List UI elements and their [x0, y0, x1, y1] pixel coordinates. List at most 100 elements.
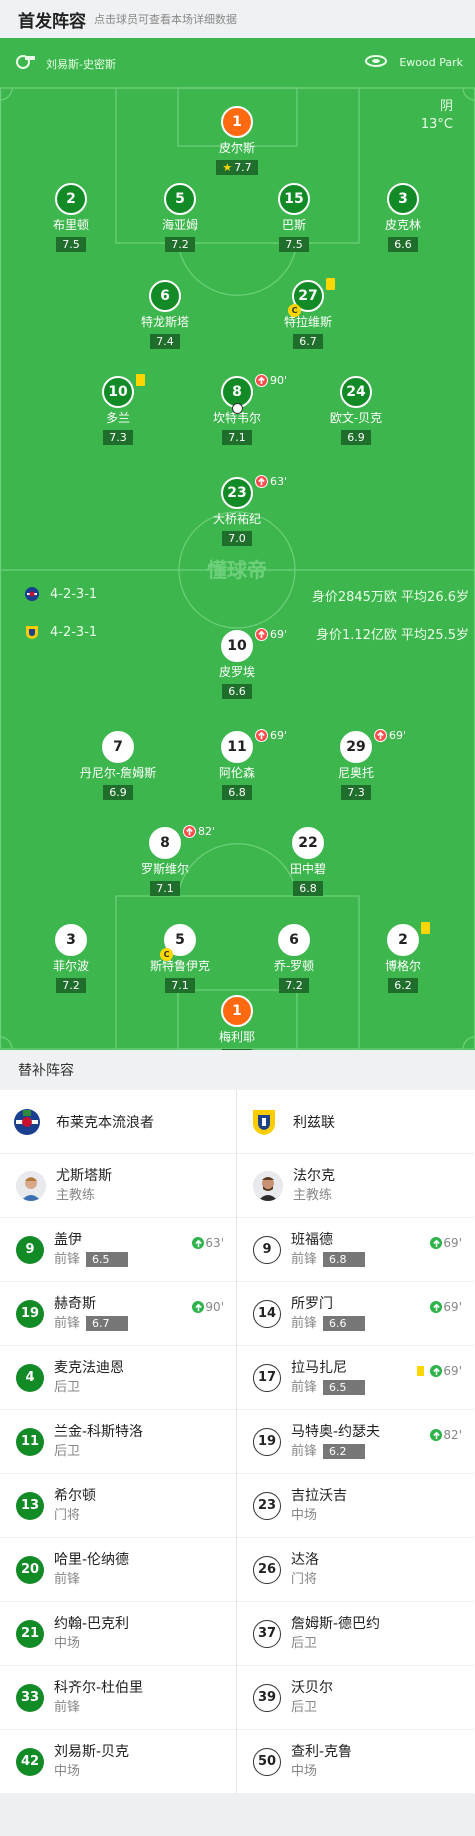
away-player-6[interactable]: 6 乔-罗顿 7.2	[234, 924, 354, 993]
home-player-15[interactable]: 15 巴斯 7.5	[234, 183, 354, 252]
player-name: 吉拉沃吉	[291, 1487, 347, 1504]
position-label: 中场	[291, 1763, 318, 1779]
position-label: 后卫	[54, 1379, 81, 1395]
player-position: 后卫	[54, 1378, 124, 1398]
away-player-5[interactable]: 5 C 斯特鲁伊克 7.1	[120, 924, 240, 993]
away-player-3[interactable]: 3 菲尔波 7.2	[11, 924, 131, 993]
sub-on-marker: 69'	[430, 1236, 462, 1250]
watermark: 懂球帝	[207, 558, 267, 582]
blackburn-logo-icon	[25, 587, 39, 601]
home-sub-13[interactable]: 13 希尔顿 门将	[0, 1474, 236, 1538]
player-position: 中场	[54, 1762, 129, 1782]
home-sub-19[interactable]: 19 赫奇斯 前锋 6.7 90'	[0, 1282, 236, 1346]
home-player-24[interactable]: 24 欧文-贝克 6.9	[296, 376, 416, 445]
player-name: 阿伦森	[218, 766, 255, 780]
home-player-10[interactable]: 10 多兰 7.3	[58, 374, 178, 445]
sub-off-marker: 63'	[255, 475, 287, 488]
home-player-6[interactable]: 6 特龙斯塔 7.4	[105, 280, 225, 349]
rating-value: 7.0	[228, 532, 246, 545]
away-sub-37[interactable]: 37 詹姆斯-德巴约 后卫	[237, 1602, 474, 1666]
home-sub-4[interactable]: 4 麦克法迪恩 后卫	[0, 1346, 236, 1410]
home-sub-42[interactable]: 42 刘易斯-贝克 中场	[0, 1730, 236, 1794]
home-coach[interactable]: 尤斯塔斯 主教练	[0, 1154, 236, 1218]
player-name: 兰金-科斯特洛	[54, 1423, 144, 1440]
home-sub-21[interactable]: 21 约翰-巴克利 中场	[0, 1602, 236, 1666]
player-name: 希尔顿	[54, 1487, 96, 1504]
away-player-29[interactable]: 29 69' 尼奥托 7.3	[296, 729, 416, 800]
sub-on-marker: 90'	[192, 1300, 224, 1314]
coach-avatar	[253, 1170, 283, 1201]
player-rating: 7.5	[279, 237, 309, 252]
away-sub-26[interactable]: 26 达洛 门将	[237, 1538, 474, 1602]
jersey-number: 6	[278, 924, 310, 956]
away-coach[interactable]: 法尔克 主教练	[237, 1154, 474, 1218]
rating-value: 6.8	[228, 786, 246, 799]
jersey-number: 13	[16, 1491, 44, 1520]
player-position: 中场	[291, 1762, 352, 1782]
away-player-7[interactable]: 7 丹尼尔-詹姆斯 6.9	[58, 731, 178, 800]
rating-value: 7.1	[156, 882, 174, 895]
home-player-27[interactable]: 27 C 特拉维斯 6.7	[248, 278, 368, 349]
sub-in-icon	[430, 1301, 443, 1313]
sub-info: 查利-克鲁 中场	[291, 1742, 352, 1782]
player-rating: 6.6	[388, 237, 418, 252]
player-name: 菲尔波	[52, 959, 89, 973]
away-player-22[interactable]: 22 田中碧 6.8	[248, 827, 368, 896]
rating-value: 6.6	[394, 238, 412, 251]
jersey-number: 33	[16, 1683, 44, 1712]
away-sub-17[interactable]: 17 拉马扎尼 前锋 6.5 69'	[237, 1346, 474, 1410]
position-label: 中场	[54, 1763, 81, 1779]
rating-value: 7.1	[171, 979, 189, 992]
player-rating: 7.3	[103, 430, 133, 445]
player-name: 所罗门	[291, 1295, 333, 1312]
player-name: 沃贝尔	[291, 1679, 333, 1696]
player-position: 前锋 6.7	[54, 1314, 129, 1334]
home-player-3[interactable]: 3 皮克林 6.6	[343, 183, 463, 252]
sub-minute: 82'	[198, 825, 216, 838]
substitutes-section: 替补阵容 布莱克本流浪者 尤斯塔斯 主教练 9 盖伊 前锋 6.5 63' 19 赫奇斯 前锋…	[0, 1050, 475, 1794]
away-team-value: 身价1.12亿欧 平均25.5岁	[315, 628, 469, 643]
sub-on-marker: 63'	[192, 1236, 224, 1250]
home-player-5[interactable]: 5 海亚姆 7.2	[120, 183, 240, 252]
player-rating: 6.8	[222, 1049, 252, 1050]
position-label: 中场	[54, 1635, 81, 1651]
away-sub-39[interactable]: 39 沃贝尔 后卫	[237, 1666, 474, 1730]
lineup-header: 首发阵容 点击球员可查看本场详细数据	[0, 0, 475, 38]
away-sub-14[interactable]: 14 所罗门 前锋 6.6 69'	[237, 1282, 474, 1346]
stadium-icon	[365, 55, 387, 67]
home-player-23[interactable]: 23 63' 大桥祐纪 7.0	[177, 475, 297, 546]
away-sub-19[interactable]: 19 马特奥-约瑟夫 前锋 6.2 82'	[237, 1410, 474, 1474]
rating-value: 7.2	[171, 238, 189, 251]
home-sub-11[interactable]: 11 兰金-科斯特洛 后卫	[0, 1410, 236, 1474]
rating-value: 7.3	[347, 786, 365, 799]
home-player-1[interactable]: 1 皮尔斯 ★ 7.7	[177, 106, 297, 175]
home-player-8[interactable]: 8 90' 坎特韦尔 7.1	[177, 374, 297, 445]
player-position: 中场	[54, 1634, 129, 1654]
home-team-name: 布莱克本流浪者	[56, 1114, 154, 1131]
player-name: 欧文-贝克	[329, 411, 383, 425]
home-sub-20[interactable]: 20 哈里-伦纳德 前锋	[0, 1538, 236, 1602]
away-player-8[interactable]: 8 82' 罗斯维尔 7.1	[105, 825, 225, 896]
player-position: 前锋	[54, 1698, 143, 1718]
sub-off-marker: 90'	[255, 374, 287, 387]
player-name: 丹尼尔-詹姆斯	[79, 766, 157, 780]
sub-out-icon	[183, 825, 196, 838]
home-team-value: 身价2845万欧 平均26.6岁	[311, 590, 469, 605]
away-player-1[interactable]: 1 梅利耶 6.8	[177, 995, 297, 1050]
home-sub-9[interactable]: 9 盖伊 前锋 6.5 63'	[0, 1218, 236, 1282]
jersey-number: 6	[149, 280, 181, 312]
away-player-2[interactable]: 2 博格尔 6.2	[343, 922, 463, 993]
home-sub-33[interactable]: 33 科齐尔-杜伯里 前锋	[0, 1666, 236, 1730]
away-player-10[interactable]: 10 69' 皮罗埃 6.6	[177, 628, 297, 699]
player-rating: 6.2	[388, 978, 418, 993]
away-sub-9[interactable]: 9 班福德 前锋 6.8 69'	[237, 1218, 474, 1282]
away-player-11[interactable]: 11 69' 阿伦森 6.8	[177, 729, 297, 800]
player-name: 盖伊	[54, 1231, 82, 1248]
home-team-header[interactable]: 布莱克本流浪者	[0, 1090, 236, 1154]
away-sub-23[interactable]: 23 吉拉沃吉 中场	[237, 1474, 474, 1538]
away-team-header[interactable]: 利兹联	[237, 1090, 474, 1154]
away-sub-50[interactable]: 50 查利-克鲁 中场	[237, 1730, 474, 1794]
sub-off-marker: 69'	[374, 729, 406, 742]
home-player-2[interactable]: 2 布里顿 7.5	[11, 183, 131, 252]
rating-value: 7.3	[109, 431, 127, 444]
